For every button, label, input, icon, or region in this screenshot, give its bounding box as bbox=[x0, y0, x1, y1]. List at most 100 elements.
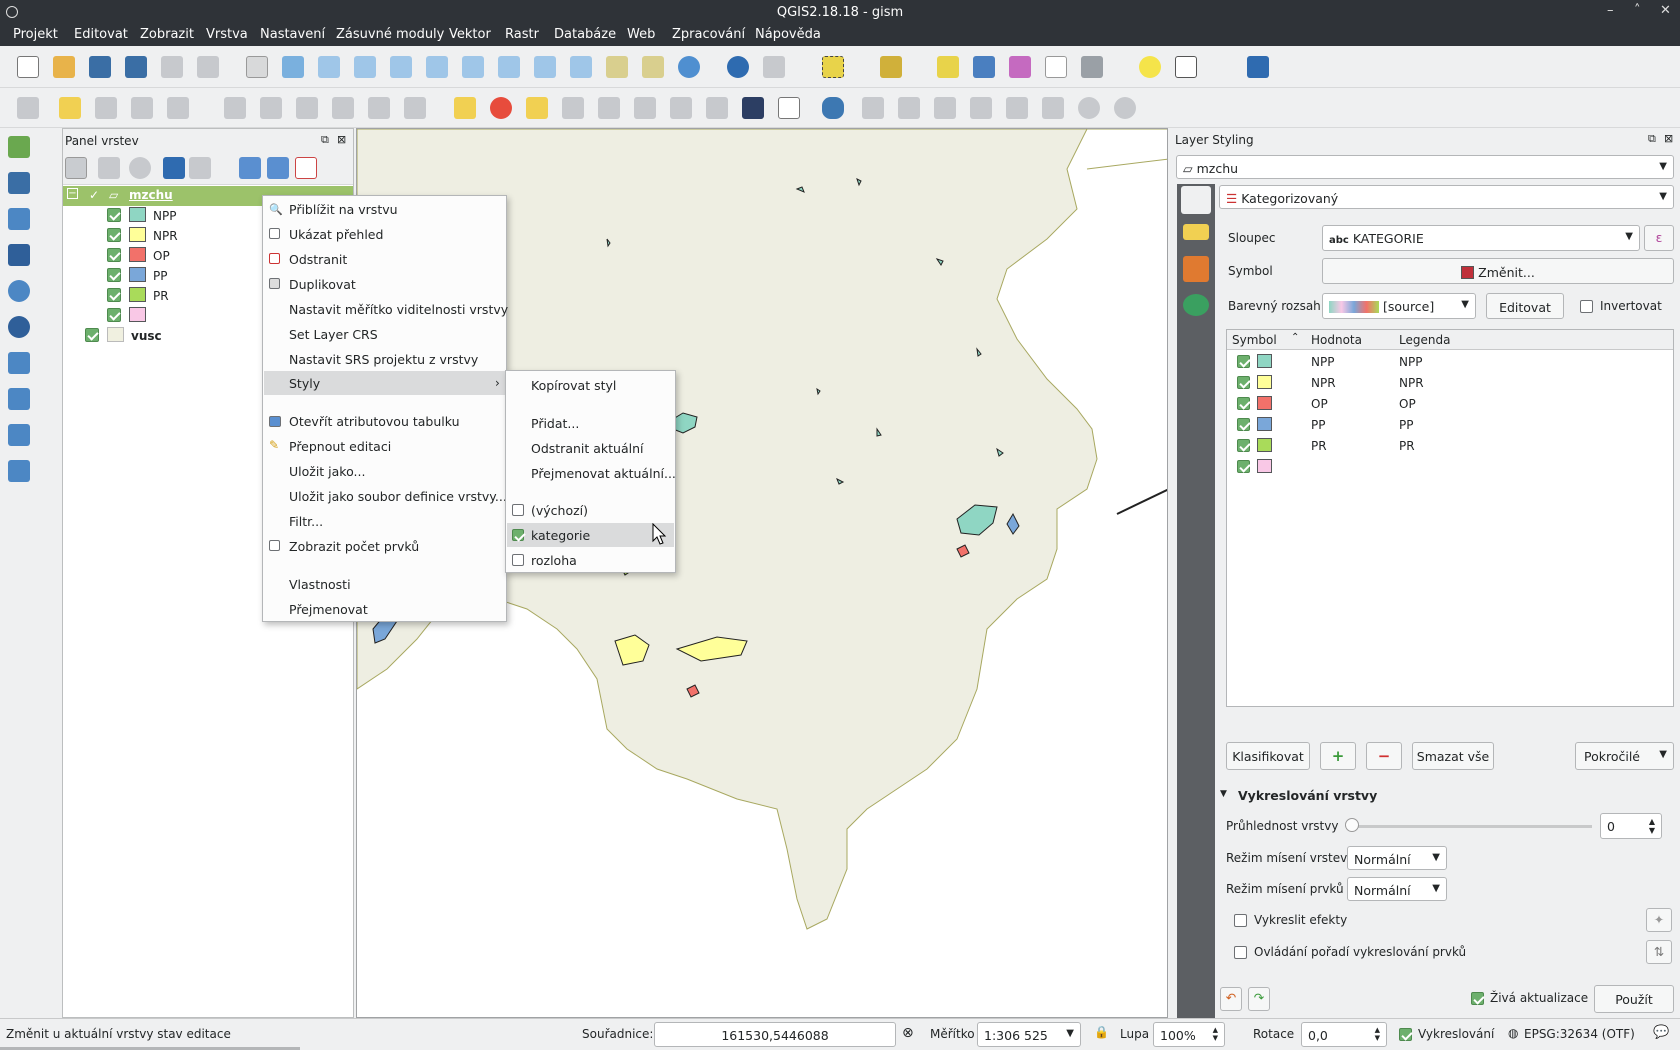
symbology-tab-icon[interactable] bbox=[1181, 186, 1211, 214]
remove-class-icon[interactable]: − bbox=[1366, 742, 1402, 770]
collapse-icon[interactable]: − bbox=[67, 188, 78, 199]
move-feature-icon[interactable] bbox=[167, 97, 189, 119]
style-rozloha-checkbox[interactable] bbox=[512, 554, 524, 566]
invert-checkbox[interactable] bbox=[1580, 300, 1593, 313]
composer-manager-icon[interactable] bbox=[197, 56, 219, 78]
zoom-selection-icon[interactable] bbox=[462, 56, 484, 78]
submenu-style-default[interactable]: (výchozí) bbox=[531, 499, 588, 522]
select-expression-icon[interactable] bbox=[880, 56, 902, 78]
add-spatialite-icon[interactable] bbox=[8, 208, 30, 230]
menu-save-layer-definition[interactable]: Uložit jako soubor definice vrstvy... bbox=[289, 485, 507, 508]
add-wms-icon[interactable] bbox=[8, 280, 30, 302]
spin-arrows-icon[interactable]: ▲ ▼ bbox=[1649, 817, 1655, 835]
coord-toggle-icon[interactable]: ⊗ bbox=[902, 1025, 914, 1041]
pan-to-selection-icon[interactable] bbox=[282, 56, 304, 78]
column-selector[interactable]: abc KATEGORIE ▼ bbox=[1322, 225, 1640, 251]
menu-show-feature-count[interactable]: Zobrazit počet prvků bbox=[289, 535, 419, 558]
rotate-label-icon[interactable] bbox=[634, 97, 656, 119]
action-icon[interactable] bbox=[763, 56, 785, 78]
zoom-last-icon[interactable] bbox=[534, 56, 556, 78]
edit-ramp-button[interactable]: Editovat bbox=[1486, 293, 1564, 319]
align-top-icon[interactable] bbox=[934, 97, 956, 119]
category-check-npp[interactable] bbox=[107, 208, 121, 222]
menu-zpracovani[interactable]: Zpracování bbox=[672, 27, 745, 42]
restore-icon[interactable]: ˄ bbox=[1634, 3, 1641, 18]
expression-button[interactable]: ε bbox=[1644, 225, 1674, 251]
zoom-next-icon[interactable] bbox=[570, 56, 592, 78]
rotation-spinbox[interactable]: 0,0 ▲ ▼ bbox=[1301, 1022, 1387, 1047]
blend-feature-selector[interactable]: Normální ▼ bbox=[1347, 877, 1447, 901]
row-value-npr[interactable]: NPR bbox=[1311, 376, 1336, 390]
show-labels-icon[interactable] bbox=[562, 97, 584, 119]
float-panel-icon[interactable]: ⧉ bbox=[321, 133, 329, 147]
select-features-icon[interactable] bbox=[822, 56, 844, 78]
style-manager-icon[interactable] bbox=[65, 157, 87, 179]
feature-order-checkbox[interactable] bbox=[1234, 946, 1247, 959]
layer-name-vusc[interactable]: vusc bbox=[131, 329, 162, 343]
delete-all-button[interactable]: Smazat vše bbox=[1412, 742, 1494, 770]
menu-set-layer-crs[interactable]: Set Layer CRS bbox=[289, 323, 378, 346]
menu-napoveda[interactable]: Nápověda bbox=[755, 27, 821, 42]
paste-features-icon[interactable] bbox=[368, 97, 390, 119]
menu-toggle-editing[interactable]: Přepnout editaci bbox=[289, 435, 391, 458]
menu-vrstva[interactable]: Vrstva bbox=[206, 27, 248, 42]
style-default-checkbox[interactable] bbox=[512, 504, 524, 516]
menu-zasuvne-moduly[interactable]: Zásuvné moduly bbox=[336, 27, 444, 42]
submenu-style-rozloha[interactable]: rozloha bbox=[531, 549, 577, 572]
menu-zobrazit[interactable]: Zobrazit bbox=[140, 27, 194, 42]
toggle-editing-icon[interactable] bbox=[59, 97, 81, 119]
close-icon[interactable]: ✕ bbox=[1660, 3, 1671, 18]
submenu-copy-style[interactable]: Kopírovat styl bbox=[531, 374, 616, 397]
save-project-icon[interactable] bbox=[89, 56, 111, 78]
row-value-npp[interactable]: NPP bbox=[1311, 355, 1334, 369]
new-layer-icon[interactable] bbox=[8, 460, 30, 482]
layer-name-mzchu[interactable]: mzchu bbox=[129, 188, 173, 202]
crs-value[interactable]: EPSG:32634 (OTF) bbox=[1524, 1027, 1635, 1041]
category-check-pr[interactable] bbox=[107, 288, 121, 302]
change-label-icon[interactable] bbox=[670, 97, 692, 119]
undo-icon[interactable] bbox=[404, 97, 426, 119]
spin-arrows-icon[interactable]: ▲ ▼ bbox=[1375, 1026, 1380, 1042]
zoom-spinbox[interactable]: 100% ▲ ▼ bbox=[1153, 1022, 1225, 1047]
submenu-remove-current[interactable]: Odstranit aktuální bbox=[531, 437, 644, 460]
zoom-native-icon[interactable] bbox=[390, 56, 412, 78]
menu-set-project-crs[interactable]: Nastavit SRS projektu z vrstvy bbox=[289, 348, 478, 371]
minimize-icon[interactable]: – bbox=[1607, 3, 1614, 18]
layer-visible-check[interactable]: ✓ bbox=[89, 188, 99, 202]
rendering-tab-icon[interactable] bbox=[1183, 256, 1209, 282]
pan-icon[interactable] bbox=[246, 56, 268, 78]
zoom-full-icon[interactable] bbox=[426, 56, 448, 78]
move-label-icon[interactable] bbox=[598, 97, 620, 119]
lock-scale-icon[interactable]: 🔒 bbox=[1094, 1025, 1109, 1039]
menu-rastr[interactable]: Rastr bbox=[505, 27, 539, 42]
row-value-pr[interactable]: PR bbox=[1311, 439, 1327, 453]
header-legend[interactable]: Legenda bbox=[1399, 333, 1450, 347]
header-value[interactable]: Hodnota bbox=[1311, 333, 1362, 347]
current-edits-icon[interactable] bbox=[17, 97, 39, 119]
category-check-npr[interactable] bbox=[107, 228, 121, 242]
menu-duplicate[interactable]: Duplikovat bbox=[289, 273, 356, 296]
add-wfs-icon[interactable] bbox=[8, 352, 30, 374]
python-console-icon[interactable] bbox=[822, 97, 844, 119]
statistics-icon[interactable] bbox=[1045, 56, 1067, 78]
opacity-slider-handle[interactable] bbox=[1345, 818, 1359, 832]
new-project-icon[interactable] bbox=[17, 56, 39, 78]
menu-editovat[interactable]: Editovat bbox=[74, 27, 128, 42]
map-tips-icon[interactable] bbox=[1139, 56, 1161, 78]
zoom-out-icon[interactable] bbox=[354, 56, 376, 78]
collapse-all-icon[interactable] bbox=[267, 157, 289, 179]
row-legend-pp[interactable]: PP bbox=[1399, 418, 1413, 432]
visibility-icon[interactable] bbox=[129, 157, 151, 179]
remove-layer-icon[interactable] bbox=[295, 157, 317, 179]
copy-features-icon[interactable] bbox=[332, 97, 354, 119]
redo-icon[interactable]: ↷ bbox=[1248, 987, 1270, 1011]
filter-legend-icon[interactable] bbox=[163, 157, 185, 179]
row-check-npr[interactable] bbox=[1237, 376, 1250, 389]
messages-icon[interactable]: 💬 bbox=[1653, 1025, 1669, 1040]
opacity-slider-track[interactable] bbox=[1350, 825, 1592, 828]
globe-icon[interactable] bbox=[1078, 97, 1100, 119]
style-kategorie-checkbox[interactable] bbox=[512, 529, 524, 541]
save-as-icon[interactable] bbox=[125, 56, 147, 78]
menu-show-overview[interactable]: Ukázat přehled bbox=[289, 223, 383, 246]
new-print-composer-icon[interactable] bbox=[161, 56, 183, 78]
